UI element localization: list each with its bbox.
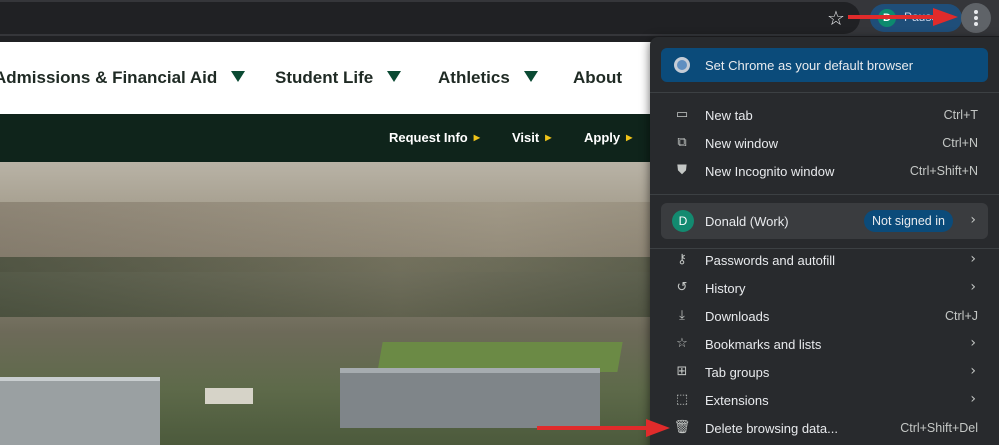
bookmark-star-icon[interactable]: ☆ — [822, 4, 850, 32]
avatar: D — [672, 210, 694, 232]
profile-name: Donald (Work) — [705, 214, 789, 229]
menu-item-label: New tab — [705, 108, 753, 123]
chevron-right-icon: › — [970, 363, 976, 379]
set-default-browser-button[interactable]: Set Chrome as your default browser — [661, 48, 988, 82]
nav-item-label: About — [573, 68, 623, 87]
request-info-link[interactable]: Request Info ▶ — [389, 130, 480, 145]
menu-item-shortcut: Ctrl+Shift+N — [909, 164, 978, 178]
caret-right-icon: ▶ — [626, 133, 633, 142]
dropdown-triangle-icon — [523, 71, 538, 82]
nav-item-label: Athletics — [438, 68, 510, 87]
caret-right-icon: ▶ — [473, 133, 480, 142]
menu-item-shortcut: Ctrl+J — [945, 309, 978, 323]
new-window-icon: ⧉ — [677, 135, 687, 150]
chevron-right-icon: › — [970, 391, 976, 407]
star-icon: ☆ — [676, 336, 688, 351]
menu-item-shortcut: Ctrl+T — [943, 108, 978, 122]
menu-item-label: Delete browsing data... — [705, 421, 838, 436]
menu-item-label: Tab groups — [705, 365, 770, 380]
menu-item-label: New Incognito window — [705, 164, 835, 179]
menu-item-passwords[interactable]: ⚷ Passwords and autofill › — [650, 246, 999, 274]
chrome-logo-icon — [674, 57, 690, 73]
menu-item-label: Downloads — [705, 309, 770, 324]
menu-item-label: Extensions — [705, 393, 769, 408]
menu-item-history[interactable]: ↺ History › — [650, 274, 999, 302]
menu-item-extensions[interactable]: ⬚ Extensions › — [650, 386, 999, 414]
caret-right-icon: ▶ — [545, 133, 552, 142]
menu-item-label: Passwords and autofill — [705, 253, 836, 268]
nav-item-athletics[interactable]: Athletics — [438, 68, 538, 88]
history-icon: ↺ — [676, 280, 688, 295]
menu-item-new-window[interactable]: ⧉ New window Ctrl+N — [650, 129, 999, 157]
nav-item-about[interactable]: About — [573, 68, 622, 88]
kebab-menu-icon[interactable] — [961, 3, 991, 33]
menu-divider — [650, 194, 999, 195]
menu-item-label: New window — [705, 136, 778, 151]
menu-item-bookmarks[interactable]: ☆ Bookmarks and lists › — [650, 330, 999, 358]
apply-link[interactable]: Apply ▶ — [584, 130, 632, 145]
chevron-right-icon: › — [970, 212, 976, 228]
nav-item-student-life[interactable]: Student Life — [275, 68, 402, 88]
nav-item-admissions[interactable]: Admissions & Financial Aid — [0, 68, 246, 88]
request-info-label: Request Info — [389, 130, 468, 145]
apply-label: Apply — [584, 130, 621, 145]
profile-menu-item[interactable]: D Donald (Work) Not signed in › — [661, 203, 988, 239]
profile-chip-text: Pause — [904, 10, 939, 24]
dropdown-triangle-icon — [231, 71, 246, 82]
menu-item-delete-browsing-data[interactable]: 🗑 Delete browsing data... Ctrl+Shift+Del — [650, 414, 999, 442]
menu-item-tab-groups[interactable]: ⊞ Tab groups › — [650, 358, 999, 386]
download-icon: ⤓ — [679, 308, 685, 323]
profile-chip[interactable]: D Pause — [870, 4, 962, 32]
chrome-main-menu: Set Chrome as your default browser ▭ New… — [650, 37, 999, 445]
address-bar[interactable] — [0, 2, 860, 34]
key-icon: ⚷ — [677, 252, 687, 267]
menu-item-new-tab[interactable]: ▭ New tab Ctrl+T — [650, 101, 999, 129]
menu-divider — [650, 92, 999, 93]
new-tab-icon: ▭ — [675, 107, 689, 122]
menu-item-shortcut: Ctrl+Shift+Del — [900, 421, 978, 435]
chevron-right-icon: › — [970, 335, 976, 351]
nav-item-label: Student Life — [275, 68, 374, 87]
tab-groups-icon: ⊞ — [676, 364, 688, 379]
visit-label: Visit — [512, 130, 540, 145]
profile-chip-avatar: D — [878, 9, 896, 27]
browser-toolbar: ☆ D Pause — [0, 0, 999, 36]
promo-label: Set Chrome as your default browser — [705, 58, 914, 73]
sign-in-status-badge[interactable]: Not signed in — [864, 210, 953, 232]
puzzle-icon: ⬚ — [675, 392, 689, 407]
menu-item-label: Bookmarks and lists — [705, 337, 822, 352]
chevron-right-icon: › — [970, 251, 976, 267]
menu-item-new-incognito-window[interactable]: ⛊ New Incognito window Ctrl+Shift+N — [650, 157, 999, 185]
visit-link[interactable]: Visit ▶ — [512, 130, 551, 145]
menu-item-label: History — [705, 281, 746, 296]
dropdown-triangle-icon — [387, 71, 402, 82]
incognito-icon: ⛊ — [677, 163, 687, 178]
menu-item-shortcut: Ctrl+N — [942, 136, 978, 150]
menu-item-downloads[interactable]: ⤓ Downloads Ctrl+J — [650, 302, 999, 330]
trash-icon: 🗑 — [673, 420, 691, 435]
nav-item-label: Admissions & Financial Aid — [0, 68, 218, 87]
chevron-right-icon: › — [970, 279, 976, 295]
